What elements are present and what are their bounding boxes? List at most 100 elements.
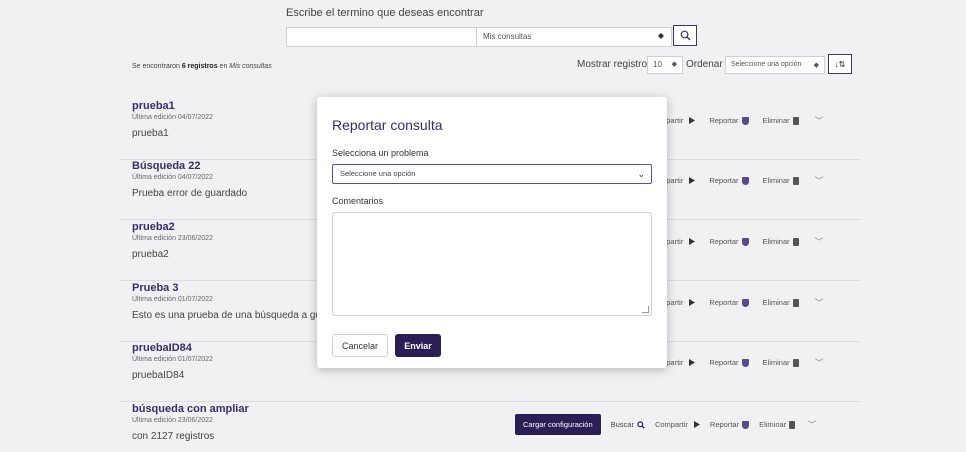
- summary-prefix: Se encontraron: [132, 63, 182, 70]
- delete-button[interactable]: Eliminar: [759, 420, 796, 429]
- row-date: Última edición 01/07/2022: [132, 356, 213, 363]
- report-label: Reportar: [709, 358, 739, 367]
- row-title[interactable]: Prueba 3: [132, 282, 178, 294]
- chevron-down-icon[interactable]: ﹀: [815, 296, 824, 309]
- report-label: Reportar: [709, 176, 739, 185]
- search-hint-text: Escribe el termino que deseas encontrar: [286, 7, 484, 19]
- shield-icon: [741, 237, 749, 246]
- row-title[interactable]: Búsqueda 22: [132, 160, 200, 172]
- row-desc: Prueba error de guardado: [132, 188, 248, 199]
- row-date: Última edición 04/07/2022: [132, 174, 213, 181]
- trash-icon: [792, 358, 799, 367]
- row-date: Última edición 04/07/2022: [132, 114, 213, 121]
- row-date: Última edición 23/06/2022: [132, 235, 213, 242]
- share-icon: [689, 177, 696, 184]
- row-search-button[interactable]: Buscar: [611, 420, 645, 429]
- report-button[interactable]: Reportar: [709, 420, 750, 429]
- search-button[interactable]: [673, 25, 697, 46]
- comments-textarea[interactable]: [332, 212, 652, 316]
- trash-icon: [792, 176, 799, 185]
- report-button[interactable]: Reportar: [709, 116, 749, 125]
- row-title[interactable]: pruebaID84: [132, 342, 192, 354]
- chevron-down-icon[interactable]: ﹀: [815, 235, 824, 248]
- shield-icon: [741, 176, 749, 185]
- problem-label: Selecciona un problema: [332, 148, 429, 158]
- share-icon: [693, 421, 700, 428]
- cancel-button[interactable]: Cancelar: [332, 334, 388, 357]
- shield-icon: [741, 298, 749, 307]
- report-label: Reportar: [709, 116, 739, 125]
- share-icon: [689, 299, 696, 306]
- row-desc: pruebaID84: [132, 370, 185, 381]
- share-button[interactable]: Compartir: [655, 420, 700, 429]
- report-button[interactable]: Reportar: [709, 358, 749, 367]
- chevron-down-icon: ◆: [671, 61, 677, 68]
- delete-button[interactable]: Eliminar: [763, 176, 799, 185]
- trash-icon: [792, 298, 799, 307]
- summary-count: 6 registros: [181, 63, 218, 70]
- modal-title: Reportar consulta: [332, 117, 443, 133]
- shield-icon: [741, 358, 749, 367]
- row-date: Última edición 23/06/2022: [132, 417, 213, 424]
- trash-icon: [792, 116, 799, 125]
- trash-icon: [792, 237, 799, 246]
- search-icon: [680, 30, 690, 41]
- list-item: búsqueda con ampliar Última edición 23/0…: [120, 403, 860, 452]
- shield-icon: [742, 420, 750, 429]
- delete-label: Eliminar: [762, 298, 790, 307]
- order-select[interactable]: Seleccione una opción ◆: [725, 56, 825, 74]
- delete-button[interactable]: Eliminar: [763, 298, 799, 307]
- report-label: Reportar: [709, 420, 740, 429]
- row-desc: prueba2: [132, 249, 169, 260]
- row-title[interactable]: búsqueda con ampliar: [132, 403, 249, 415]
- sort-icon: ↓⇅: [834, 59, 846, 69]
- delete-button[interactable]: Eliminar: [763, 116, 799, 125]
- send-button[interactable]: Enviar: [395, 334, 441, 357]
- row-title[interactable]: prueba2: [132, 221, 175, 233]
- chevron-down-icon: ⌄: [637, 169, 645, 179]
- chevron-down-icon[interactable]: ﹀: [815, 174, 824, 187]
- chevron-down-icon: ◆: [657, 31, 664, 40]
- records-select[interactable]: 10 ◆: [647, 56, 683, 74]
- search-icon: [637, 420, 645, 429]
- share-label: Compartir: [654, 420, 688, 429]
- summary-middle: en: [217, 63, 230, 70]
- summary-scope: Mis consultas: [229, 63, 272, 70]
- order-label: Ordenar: [686, 59, 723, 70]
- report-button[interactable]: Reportar: [709, 176, 749, 185]
- delete-label: Eliminar: [762, 116, 790, 125]
- search-input[interactable]: [286, 27, 476, 47]
- chevron-down-icon[interactable]: ﹀: [807, 418, 816, 431]
- share-icon: [689, 238, 696, 245]
- load-config-button[interactable]: Cargar configuración: [515, 414, 601, 435]
- delete-label: Eliminar: [762, 237, 790, 246]
- search-scope-select[interactable]: Mis consultas ◆: [476, 27, 672, 47]
- results-summary: Se encontraron 6 registros en Mis consul…: [132, 63, 272, 70]
- sort-button[interactable]: ↓⇅: [828, 54, 852, 74]
- delete-label: Eliminar: [759, 420, 787, 429]
- search-scope-value: Mis consultas: [483, 32, 532, 41]
- problem-select[interactable]: Seleccione una opción ⌄: [332, 164, 652, 184]
- row-desc: Esto es una prueba de una búsqueda a gua…: [132, 310, 342, 321]
- share-icon: [689, 117, 696, 124]
- share-icon: [689, 359, 696, 366]
- row-title[interactable]: prueba1: [132, 100, 175, 112]
- chevron-down-icon[interactable]: ﹀: [815, 356, 824, 369]
- delete-button[interactable]: Eliminar: [763, 358, 799, 367]
- report-modal: Reportar consulta Selecciona un problema…: [317, 97, 667, 368]
- row-desc: con 2127 registros: [132, 431, 215, 442]
- comments-label: Comentarios: [332, 196, 384, 206]
- records-label: Mostrar registros: [577, 59, 653, 70]
- order-select-value: Seleccione una opción: [731, 61, 802, 68]
- report-button[interactable]: Reportar: [709, 298, 749, 307]
- row-date: Última edición 01/07/2022: [132, 296, 213, 303]
- report-label: Reportar: [709, 298, 739, 307]
- delete-label: Eliminar: [762, 176, 790, 185]
- resize-handle-icon[interactable]: [642, 306, 649, 313]
- report-button[interactable]: Reportar: [709, 237, 749, 246]
- chevron-down-icon[interactable]: ﹀: [815, 114, 824, 127]
- records-select-value: 10: [653, 60, 662, 69]
- delete-button[interactable]: Eliminar: [763, 237, 799, 246]
- trash-icon: [789, 420, 796, 429]
- delete-label: Eliminar: [762, 358, 790, 367]
